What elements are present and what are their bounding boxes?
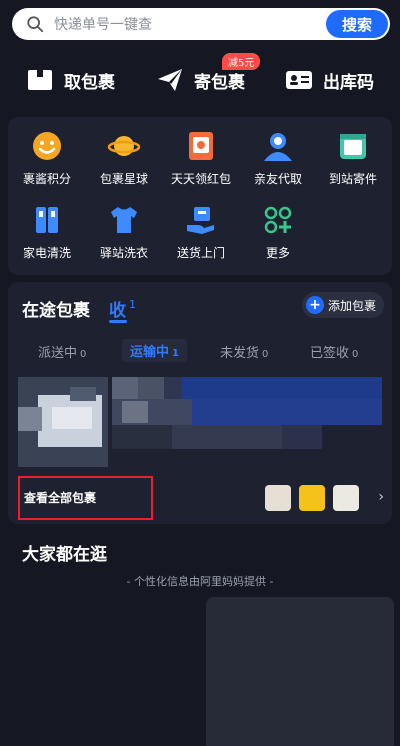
search-button[interactable]: 搜索 [326, 10, 388, 38]
feed-title: 大家都在逛 [22, 545, 107, 565]
search-input[interactable]: 快递单号一键查 [54, 14, 326, 34]
tab-signed[interactable]: 已签收 0 [310, 342, 358, 361]
services-card: 裹酱积分 包裹星球 天天领红包 亲友代取 到站寄件 家电清洗 驿站洗衣 送货上门… [8, 117, 392, 275]
outbound-code-button[interactable]: 出库码 [285, 58, 374, 102]
service-label: 包裹星球 [99, 172, 148, 186]
service-more[interactable]: 更多 [239, 203, 317, 261]
id-card-icon [286, 71, 312, 89]
service-label: 天天领红包 [170, 172, 231, 186]
paper-plane-icon [158, 69, 182, 91]
highlight-box [18, 476, 153, 520]
tab-delivering[interactable]: 派送中 0 [38, 342, 86, 361]
red-envelope-icon [184, 129, 218, 163]
tshirt-icon [107, 203, 141, 237]
parcel-title[interactable]: 在途包裹 [22, 296, 90, 321]
pickup-parcel-label: 取包裹 [64, 72, 115, 93]
discount-badge: 减5元 [222, 53, 261, 70]
service-label: 到站寄件 [328, 172, 377, 186]
receive-tab[interactable]: 收 [109, 296, 126, 321]
mailbox-icon [336, 129, 370, 163]
planet-icon [107, 129, 141, 163]
add-parcel-button[interactable]: + 添加包裹 [301, 292, 384, 318]
parcel-thumbnail [265, 485, 291, 511]
service-label: 更多 [265, 246, 290, 260]
service-points[interactable]: 裹酱积分 [8, 129, 86, 187]
service-station-send[interactable]: 到站寄件 [314, 129, 392, 187]
service-label: 裹酱积分 [22, 172, 71, 186]
service-red-envelope[interactable]: 天天领红包 [162, 129, 240, 187]
parcel-item-blurred[interactable] [12, 377, 382, 467]
receive-underline [109, 320, 127, 323]
delivery-hand-icon [184, 203, 218, 237]
top-actions: 取包裹 寄包裹 出库码 [0, 58, 400, 102]
parcel-card: 在途包裹 收 1 + 添加包裹 派送中 0 运输中 1 未发货 0 已签收 0 查看全部… [8, 282, 392, 524]
parcel-thumbnail [333, 485, 359, 511]
person-icon [261, 129, 295, 163]
chevron-right-icon[interactable]: › [378, 489, 384, 505]
receive-count: 1 [129, 298, 136, 311]
service-home-delivery[interactable]: 送货上门 [162, 203, 240, 261]
service-appliance-cleaning[interactable]: 家电清洗 [8, 203, 86, 261]
tab-not-shipped[interactable]: 未发货 0 [220, 342, 268, 361]
service-label: 家电清洗 [22, 246, 71, 260]
service-label: 驿站洗衣 [99, 246, 148, 260]
service-laundry[interactable]: 驿站洗衣 [85, 203, 163, 261]
search-icon [27, 16, 44, 33]
plus-icon: + [305, 296, 324, 314]
tab-in-transit[interactable]: 运输中 1 [122, 339, 187, 362]
feed-subtitle: - 个性化信息由阿里妈妈提供 - [126, 575, 274, 588]
service-proxy-pickup[interactable]: 亲友代取 [239, 129, 317, 187]
send-parcel-label: 寄包裹 [194, 72, 245, 93]
box-icon [28, 70, 52, 90]
appliance-icon [30, 203, 64, 237]
pickup-parcel-button[interactable]: 取包裹 [26, 58, 115, 102]
outbound-code-label: 出库码 [323, 72, 374, 93]
smiley-face-icon [30, 129, 64, 163]
feed-card[interactable] [206, 597, 394, 746]
service-planet[interactable]: 包裹星球 [85, 129, 163, 187]
search-bar[interactable]: 快递单号一键查 搜索 [12, 8, 390, 40]
service-label: 送货上门 [176, 246, 225, 260]
service-label: 亲友代取 [253, 172, 302, 186]
grid-plus-icon [261, 203, 295, 237]
parcel-thumbnail [299, 485, 325, 511]
add-parcel-label: 添加包裹 [327, 298, 376, 313]
